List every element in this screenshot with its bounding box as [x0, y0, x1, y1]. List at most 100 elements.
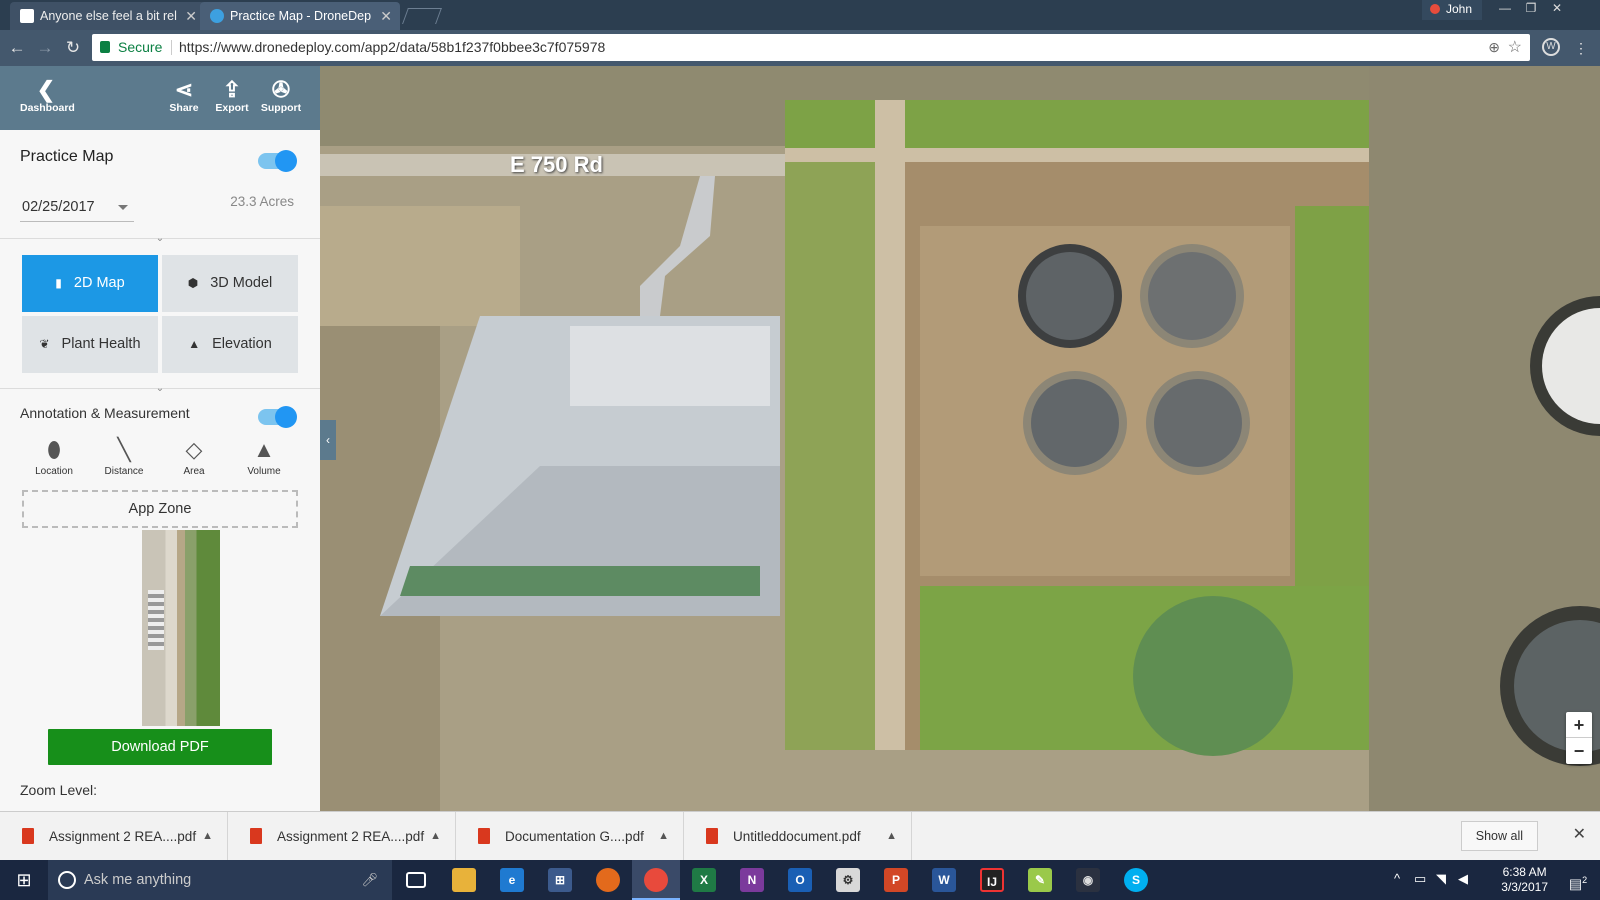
collapse-sidebar-button[interactable]: ‹ — [320, 420, 336, 460]
app-zone[interactable]: App Zone — [22, 490, 298, 528]
view-elevation-button[interactable]: ▲ Elevation — [162, 316, 298, 373]
chevron-down-icon — [118, 205, 128, 210]
show-all-downloads-button[interactable]: Show all — [1460, 821, 1538, 851]
url-text[interactable]: https://www.dronedeploy.com/app2/data/58… — [179, 34, 605, 61]
download-filename: Assignment 2 REA....pdf — [49, 829, 197, 844]
download-item[interactable]: Assignment 2 REA....pdf ▲ — [228, 812, 456, 861]
map-visibility-toggle[interactable] — [258, 150, 297, 172]
file-explorer-app[interactable] — [440, 860, 488, 900]
tool-label: Location — [35, 466, 73, 477]
battery-icon[interactable]: ▭ — [1414, 871, 1426, 887]
excel-app[interactable]: X — [680, 860, 728, 900]
discord-icon: ◉ — [1076, 868, 1100, 892]
chrome-app[interactable] — [632, 860, 680, 900]
discord-app[interactable]: ◉ — [1064, 860, 1112, 900]
store-bag-icon: ⊞ — [548, 868, 572, 892]
toggle-knob — [275, 150, 297, 172]
wifi-icon[interactable]: ◥ — [1436, 871, 1446, 887]
chevron-up-icon[interactable]: ▲ — [658, 812, 669, 861]
cube-icon: ⬢ — [187, 276, 199, 290]
collapse-chevron-icon[interactable]: ⌄ — [152, 234, 168, 244]
windows-start-icon[interactable]: ⊞ — [0, 860, 48, 900]
excel-icon: X — [692, 868, 716, 892]
annotation-toggle[interactable] — [258, 406, 297, 428]
volume-tool[interactable]: ▲ Volume — [234, 434, 294, 477]
browser-tab-reddit[interactable]: Anyone else feel a bit rel ✕ — [10, 2, 205, 30]
date-select[interactable]: 02/25/2017 — [20, 194, 134, 222]
zoom-out-button[interactable]: − — [1566, 738, 1592, 764]
browser-tab-bar: Anyone else feel a bit rel ✕ Practice Ma… — [0, 0, 1600, 30]
download-pdf-button[interactable]: Download PDF — [48, 729, 272, 765]
dashboard-label: Dashboard — [20, 102, 75, 114]
close-tab-icon[interactable]: ✕ — [185, 2, 197, 30]
chevron-up-icon[interactable]: ▲ — [202, 812, 213, 861]
tool-label: Volume — [247, 466, 281, 477]
distance-tool[interactable]: ╲ Distance — [94, 434, 154, 477]
action-center-button[interactable]: ▤2 — [1566, 868, 1590, 892]
word-app[interactable]: W — [920, 860, 968, 900]
outlook-app[interactable]: O — [776, 860, 824, 900]
area-tool[interactable]: ◇ Area — [164, 434, 224, 477]
pdf-file-icon — [22, 828, 34, 844]
edge-icon: e — [500, 868, 524, 892]
zoom-in-button[interactable]: + — [1566, 712, 1592, 738]
browser-tab-dronedeploy[interactable]: Practice Map - DroneDep ✕ — [200, 2, 400, 30]
distance-line-icon: ╲ — [117, 437, 131, 462]
close-tab-icon[interactable]: ✕ — [380, 2, 392, 30]
collapse-chevron-icon[interactable]: ⌄ — [152, 384, 168, 394]
forward-arrow-icon[interactable]: → — [34, 37, 56, 59]
download-item[interactable]: Untitleddocument.pdf ▲ — [684, 812, 912, 861]
map-thumbnail — [142, 530, 220, 726]
close-window-icon[interactable]: ✕ — [1544, 0, 1570, 18]
address-bar[interactable]: Secure https://www.dronedeploy.com/app2/… — [92, 34, 1530, 61]
map-view[interactable]: E 750 Rd ‹ + − — [320, 66, 1600, 811]
powerpoint-icon: P — [884, 868, 908, 892]
support-button[interactable]: ✇ Support — [258, 78, 304, 115]
download-item[interactable]: Documentation G....pdf ▲ — [456, 812, 684, 861]
minimize-window-icon[interactable]: — — [1492, 0, 1518, 18]
powerpoint-app[interactable]: P — [872, 860, 920, 900]
extension-w-icon[interactable]: W — [1542, 38, 1560, 56]
intellij-app[interactable]: IJ — [968, 860, 1016, 900]
tab-title: Anyone else feel a bit rel — [40, 9, 177, 23]
reload-icon[interactable]: ↻ — [62, 37, 84, 59]
close-icon[interactable]: ✕ — [1573, 824, 1586, 844]
bookmark-star-icon[interactable]: ☆ — [1508, 34, 1522, 61]
notepad-app[interactable]: ✎ — [1016, 860, 1064, 900]
download-filename: Documentation G....pdf — [505, 829, 644, 844]
task-view-button[interactable] — [392, 860, 440, 900]
microphone-icon[interactable]: 🎤︎ — [361, 860, 378, 900]
acres-readout: 23.3 Acres — [230, 194, 294, 209]
edge-app[interactable]: e — [488, 860, 536, 900]
chevron-up-icon[interactable]: ▲ — [430, 812, 441, 861]
cortana-search-box[interactable]: Ask me anything 🎤︎ — [48, 860, 392, 900]
view-2d-map-button[interactable]: ▮ 2D Map — [22, 255, 158, 312]
chrome-icon — [644, 868, 668, 892]
location-tool[interactable]: ⬮ Location — [24, 434, 84, 477]
browser-menu-icon[interactable]: ⋮ — [1570, 37, 1592, 59]
firefox-app[interactable] — [584, 860, 632, 900]
view-3d-model-button[interactable]: ⬢ 3D Model — [162, 255, 298, 312]
profile-button[interactable]: John — [1421, 0, 1482, 20]
system-app[interactable]: ⚙ — [824, 860, 872, 900]
store-app[interactable]: ⊞ — [536, 860, 584, 900]
share-button[interactable]: ⋖ Share — [166, 78, 202, 115]
profile-name: John — [1445, 2, 1472, 16]
clock[interactable]: 6:38 AM 3/3/2017 — [1501, 865, 1548, 895]
skype-app[interactable]: S — [1112, 860, 1160, 900]
chevron-up-icon[interactable]: ▲ — [886, 812, 897, 861]
restore-window-icon[interactable]: ❐ — [1518, 0, 1544, 18]
volume-icon[interactable]: ◀ — [1458, 871, 1468, 887]
back-arrow-icon[interactable]: ← — [6, 37, 28, 59]
toggle-knob — [275, 406, 297, 428]
browser-toolbar: ← → ↻ Secure https://www.dronedeploy.com… — [0, 30, 1600, 66]
onenote-app[interactable]: N — [728, 860, 776, 900]
dashboard-button[interactable]: ❮ Dashboard — [20, 78, 75, 115]
tool-label: Area — [183, 466, 205, 477]
location-target-icon[interactable]: ⊕ — [1488, 34, 1500, 61]
new-tab-button[interactable] — [402, 8, 442, 24]
export-button[interactable]: ⇪ Export — [212, 78, 252, 115]
view-plant-health-button[interactable]: ❦ Plant Health — [22, 316, 158, 373]
download-item[interactable]: Assignment 2 REA....pdf ▲ — [0, 812, 228, 861]
chevron-up-icon[interactable]: ^ — [1394, 871, 1400, 886]
